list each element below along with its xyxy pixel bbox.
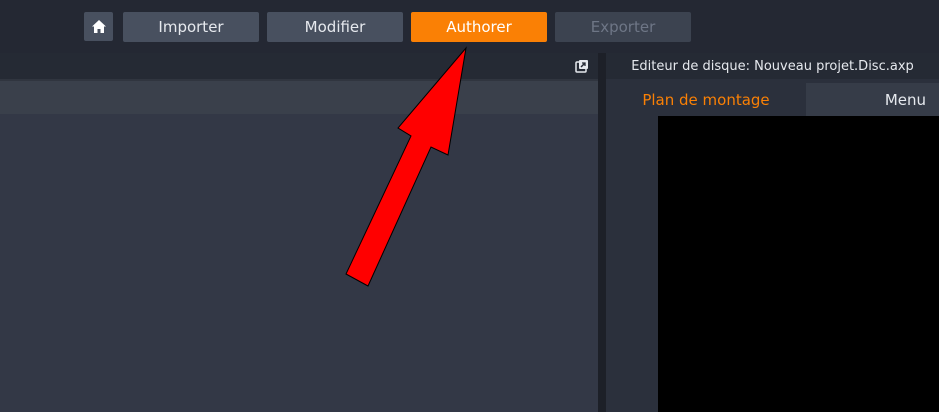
tab-plan-de-montage-label: Plan de montage <box>642 90 770 109</box>
tab-exporter-label: Exporter <box>590 18 656 36</box>
tab-menu[interactable]: Menu <box>806 83 939 116</box>
top-toolbar: Importer Modifier Authorer Exporter <box>0 0 939 53</box>
disc-editor-panel: Editeur de disque: Nouveau projet.Disc.a… <box>606 53 939 412</box>
tab-modifier-label: Modifier <box>304 18 366 36</box>
library-content-area[interactable] <box>0 114 598 412</box>
disc-editor-tabs: Plan de montage Menu <box>606 83 939 116</box>
tab-menu-label: Menu <box>884 90 926 109</box>
disc-editor-title: Editeur de disque: Nouveau projet.Disc.a… <box>606 53 939 79</box>
library-panel-header <box>0 53 598 79</box>
tab-authorer[interactable]: Authorer <box>411 12 547 42</box>
tab-plan-de-montage[interactable]: Plan de montage <box>606 83 806 116</box>
library-panel <box>0 53 598 412</box>
tab-importer-label: Importer <box>158 18 224 36</box>
preview-canvas[interactable] <box>658 116 939 412</box>
tab-exporter[interactable]: Exporter <box>555 12 691 42</box>
disc-editor-title-text: Editeur de disque: Nouveau projet.Disc.a… <box>631 58 914 74</box>
home-icon <box>91 20 106 33</box>
panel-splitter[interactable] <box>598 53 606 412</box>
library-panel-subheader <box>0 81 598 114</box>
tab-authorer-label: Authorer <box>446 18 512 36</box>
home-button[interactable] <box>84 12 113 41</box>
tab-modifier[interactable]: Modifier <box>267 12 403 42</box>
detach-window-icon[interactable] <box>575 59 589 73</box>
tab-importer[interactable]: Importer <box>123 12 259 42</box>
disc-editor-side-strip <box>606 116 658 412</box>
